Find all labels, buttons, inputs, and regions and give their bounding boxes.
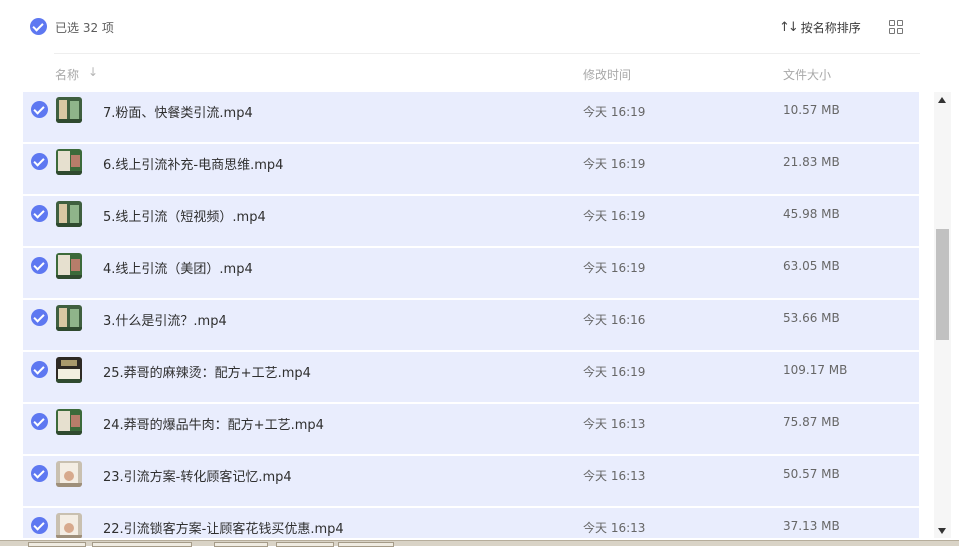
row-checkbox[interactable] <box>31 101 48 118</box>
column-modified-header[interactable]: 修改时间 <box>583 66 631 83</box>
row-checkbox[interactable] <box>31 465 48 482</box>
row-checkbox[interactable] <box>31 413 48 430</box>
scroll-down-icon[interactable] <box>938 528 946 534</box>
sort-arrows-icon: ↑↓ <box>779 19 799 35</box>
video-thumbnail <box>56 97 82 123</box>
file-row[interactable]: 23.引流方案-转化顾客记忆.mp4 今天 16:13 50.57 MB <box>23 456 919 507</box>
file-row[interactable]: 3.什么是引流？.mp4 今天 16:16 53.66 MB <box>23 300 919 351</box>
scroll-up-icon[interactable] <box>938 97 946 103</box>
row-checkbox[interactable] <box>31 205 48 222</box>
video-thumbnail <box>56 409 82 435</box>
vertical-scrollbar[interactable] <box>934 92 951 538</box>
column-size-header[interactable]: 文件大小 <box>783 66 831 83</box>
file-size: 63.05 MB <box>783 259 840 273</box>
file-row[interactable]: 22.引流锁客方案-让顾客花钱买优惠.mp4 今天 16:13 37.13 MB <box>23 508 919 538</box>
file-modified: 今天 16:19 <box>583 261 646 275</box>
file-modified: 今天 16:19 <box>583 105 646 119</box>
file-modified: 今天 16:13 <box>583 521 646 535</box>
file-name[interactable]: 22.引流锁客方案-让顾客花钱买优惠.mp4 <box>103 518 344 537</box>
video-thumbnail <box>56 253 82 279</box>
video-thumbnail <box>56 513 82 538</box>
sort-label: 按名称排序 <box>800 20 861 35</box>
file-modified: 今天 16:13 <box>583 469 646 483</box>
file-modified: 今天 16:16 <box>583 313 646 327</box>
file-name[interactable]: 4.线上引流（美团）.mp4 <box>103 258 253 277</box>
file-size: 37.13 MB <box>783 519 840 533</box>
file-name[interactable]: 6.线上引流补充-电商思维.mp4 <box>103 154 283 173</box>
column-header: 名称 ↓ 修改时间 文件大小 <box>0 54 930 92</box>
scroll-thumb[interactable] <box>936 229 949 340</box>
video-thumbnail <box>56 305 82 331</box>
row-checkbox[interactable] <box>31 517 48 534</box>
file-row[interactable]: 25.莽哥的麻辣烫：配方+工艺.mp4 今天 16:19 109.17 MB <box>23 352 919 403</box>
file-modified: 今天 16:19 <box>583 209 646 223</box>
video-thumbnail <box>56 149 82 175</box>
file-modified: 今天 16:19 <box>583 365 646 379</box>
file-row[interactable]: 7.粉面、快餐类引流.mp4 今天 16:19 10.57 MB <box>23 92 919 143</box>
sort-down-icon[interactable]: ↓ <box>88 65 98 79</box>
column-name-header[interactable]: 名称 <box>55 66 79 83</box>
file-name[interactable]: 3.什么是引流？.mp4 <box>103 310 227 329</box>
file-size: 53.66 MB <box>783 311 840 325</box>
sort-by-name-button[interactable]: ↑↓ 按名称排序 <box>779 18 861 36</box>
row-checkbox[interactable] <box>31 153 48 170</box>
video-thumbnail <box>56 357 82 383</box>
file-size: 75.87 MB <box>783 415 840 429</box>
grid-view-icon[interactable] <box>889 20 904 35</box>
file-name[interactable]: 7.粉面、快餐类引流.mp4 <box>103 102 253 121</box>
select-all-checkbox[interactable] <box>30 18 47 35</box>
taskbar-edge <box>0 540 959 547</box>
file-name[interactable]: 5.线上引流（短视频）.mp4 <box>103 206 266 225</box>
file-name[interactable]: 24.莽哥的爆品牛肉：配方+工艺.mp4 <box>103 414 324 433</box>
file-row[interactable]: 4.线上引流（美团）.mp4 今天 16:19 63.05 MB <box>23 248 919 299</box>
file-list: 7.粉面、快餐类引流.mp4 今天 16:19 10.57 MB 6.线上引流补… <box>23 92 919 538</box>
file-row[interactable]: 24.莽哥的爆品牛肉：配方+工艺.mp4 今天 16:13 75.87 MB <box>23 404 919 455</box>
row-checkbox[interactable] <box>31 361 48 378</box>
file-row[interactable]: 5.线上引流（短视频）.mp4 今天 16:19 45.98 MB <box>23 196 919 247</box>
file-modified: 今天 16:13 <box>583 417 646 431</box>
file-modified: 今天 16:19 <box>583 157 646 171</box>
file-name[interactable]: 23.引流方案-转化顾客记忆.mp4 <box>103 466 292 485</box>
file-size: 10.57 MB <box>783 103 840 117</box>
file-size: 21.83 MB <box>783 155 840 169</box>
row-checkbox[interactable] <box>31 257 48 274</box>
file-name[interactable]: 25.莽哥的麻辣烫：配方+工艺.mp4 <box>103 362 311 381</box>
file-row[interactable]: 6.线上引流补充-电商思维.mp4 今天 16:19 21.83 MB <box>23 144 919 195</box>
file-size: 109.17 MB <box>783 363 848 377</box>
selection-count: 已选 32 项 <box>55 21 114 35</box>
toolbar: 已选 32 项 ↑↓ 按名称排序 <box>0 0 959 54</box>
video-thumbnail <box>56 201 82 227</box>
row-checkbox[interactable] <box>31 309 48 326</box>
file-size: 45.98 MB <box>783 207 840 221</box>
video-thumbnail <box>56 461 82 487</box>
file-size: 50.57 MB <box>783 467 840 481</box>
